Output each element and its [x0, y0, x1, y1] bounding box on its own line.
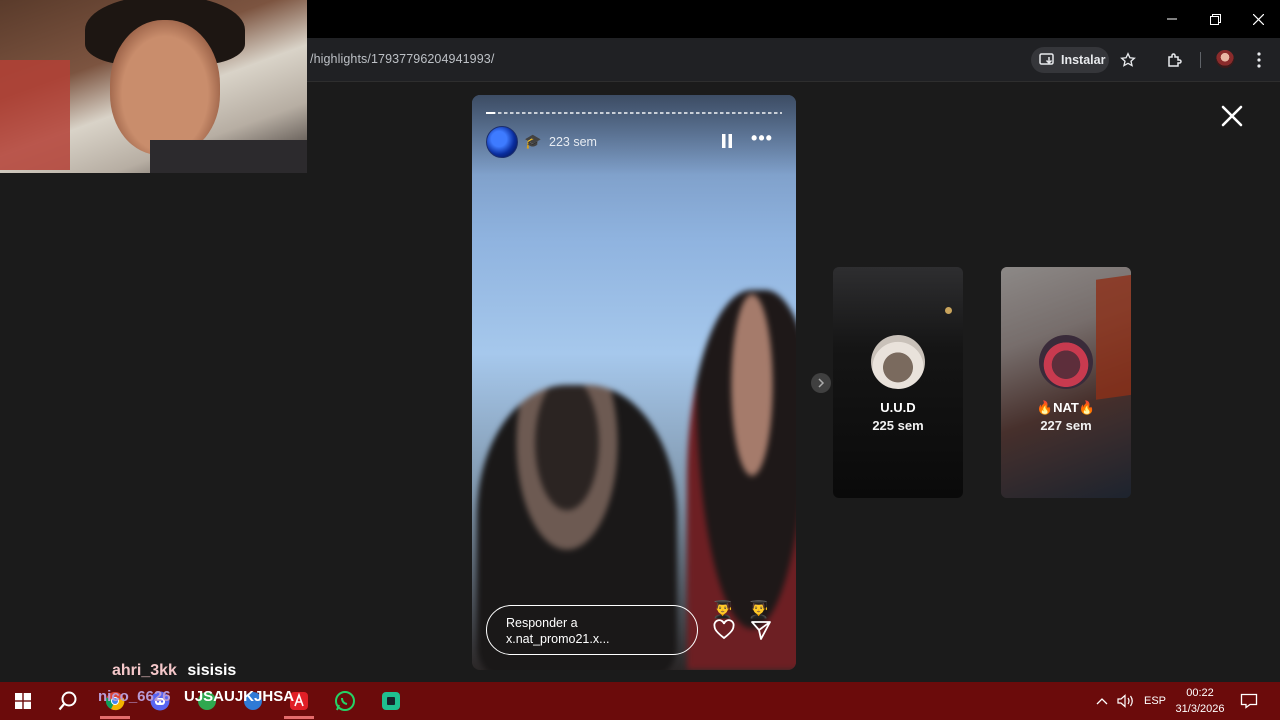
close-story-button[interactable]: [1218, 102, 1246, 130]
pause-icon: [722, 134, 732, 148]
webcam-overlay: [0, 0, 307, 173]
highlight-card-nat[interactable]: 🔥NAT🔥 227 sem: [1001, 267, 1131, 498]
clock-date: 31/3/2026: [1175, 703, 1225, 715]
story-highlight-emoji: 🎓: [524, 133, 542, 149]
highlight-name: U.U.D: [880, 400, 916, 415]
speaker-icon: [1117, 694, 1133, 708]
send-icon: [751, 621, 771, 640]
share-button[interactable]: [749, 618, 773, 642]
stream-overlay-name: nico_6626: [98, 688, 171, 705]
screen: /highlights/17937796204941993/ Instalar …: [0, 0, 1280, 720]
adobe-active-indicator: [284, 716, 314, 719]
language-indicator[interactable]: ESP: [1144, 682, 1166, 720]
address-bar-url[interactable]: /highlights/17937796204941993/: [310, 52, 494, 66]
search-icon: [58, 691, 77, 711]
volume-button[interactable]: [1117, 682, 1135, 720]
install-app-button[interactable]: Instalar: [1031, 47, 1109, 73]
highlight-avatar: [1039, 335, 1093, 389]
restore-button[interactable]: [1193, 0, 1237, 38]
reply-placeholder-line2: x.nat_promo21.x...: [506, 632, 610, 646]
story-timestamp: 223 sem: [549, 135, 597, 149]
browser-menu-button[interactable]: [1248, 49, 1270, 71]
chat-text: sisisis: [187, 662, 237, 679]
windows-logo-icon: [15, 693, 31, 709]
whatsapp-icon: [335, 691, 355, 711]
more-options-button[interactable]: •••: [750, 129, 774, 149]
minimize-button[interactable]: [1150, 0, 1194, 38]
story-progress-fill: [486, 112, 495, 114]
taskbar-app-teal[interactable]: [376, 686, 406, 716]
reaction-emoji-1: 👨‍🎓: [712, 600, 734, 619]
webcam-shirt: [150, 140, 307, 173]
next-story-button[interactable]: [811, 373, 831, 393]
start-button[interactable]: [8, 686, 38, 716]
search-button[interactable]: [53, 686, 83, 716]
taskbar-clock[interactable]: 00:22 31/3/2026: [1170, 685, 1230, 717]
highlight-time: 225 sem: [872, 418, 924, 433]
story-header-shade: [472, 95, 796, 175]
app-icon: [382, 692, 400, 710]
close-icon: [1252, 13, 1264, 25]
profile-avatar[interactable]: [1216, 50, 1234, 68]
star-icon: [1120, 52, 1136, 67]
reply-input[interactable]: Responder a x.nat_promo21.x...: [486, 605, 698, 655]
webcam-background-object: [0, 60, 70, 170]
like-button[interactable]: [712, 618, 736, 642]
close-window-button[interactable]: [1236, 0, 1280, 38]
story-photo-person-right: [687, 290, 796, 670]
extensions-button[interactable]: [1164, 49, 1186, 71]
story-progress-track: [486, 112, 782, 114]
stream-chat-message: ahri_3kk sisisis: [112, 662, 236, 680]
notification-icon: [1240, 693, 1258, 709]
pause-button[interactable]: [718, 132, 736, 150]
puzzle-icon: [1168, 53, 1182, 67]
story-viewer[interactable]: 🎓 223 sem ••• Responder a x.nat_promo21.…: [472, 95, 796, 670]
chrome-active-indicator: [100, 716, 130, 719]
tray-overflow-button[interactable]: [1096, 682, 1110, 720]
highlight-avatar: [871, 335, 925, 389]
install-label: Instalar: [1061, 53, 1106, 67]
clock-time: 00:22: [1186, 687, 1214, 699]
stream-overlay-text: UJSAUJKJHSA: [184, 688, 295, 705]
story-author-avatar[interactable]: [486, 126, 518, 158]
minimize-icon: [1167, 18, 1177, 20]
bookmark-star-button[interactable]: [1117, 49, 1139, 71]
taskbar-whatsapp[interactable]: [330, 686, 360, 716]
heart-icon: [713, 619, 735, 640]
highlight-card-uud[interactable]: U.U.D 225 sem: [833, 267, 963, 498]
toolbar-separator: [1200, 52, 1201, 68]
reaction-emoji-2: 👨‍🎓: [748, 600, 770, 619]
highlight-card-light: [945, 307, 952, 314]
chevron-right-icon: [818, 378, 825, 388]
kebab-menu-icon: [1257, 52, 1261, 68]
chat-username: ahri_3kk: [112, 662, 177, 679]
close-icon: [1221, 105, 1243, 127]
highlight-time: 227 sem: [1040, 418, 1092, 433]
notification-center-button[interactable]: [1240, 682, 1260, 720]
chevron-up-icon: [1096, 698, 1108, 705]
install-icon: [1039, 53, 1054, 65]
webcam-face: [110, 20, 220, 155]
highlight-name: 🔥NAT🔥: [1036, 400, 1096, 415]
restore-icon: [1209, 13, 1221, 25]
reply-placeholder-line1: Responder a: [506, 616, 578, 630]
